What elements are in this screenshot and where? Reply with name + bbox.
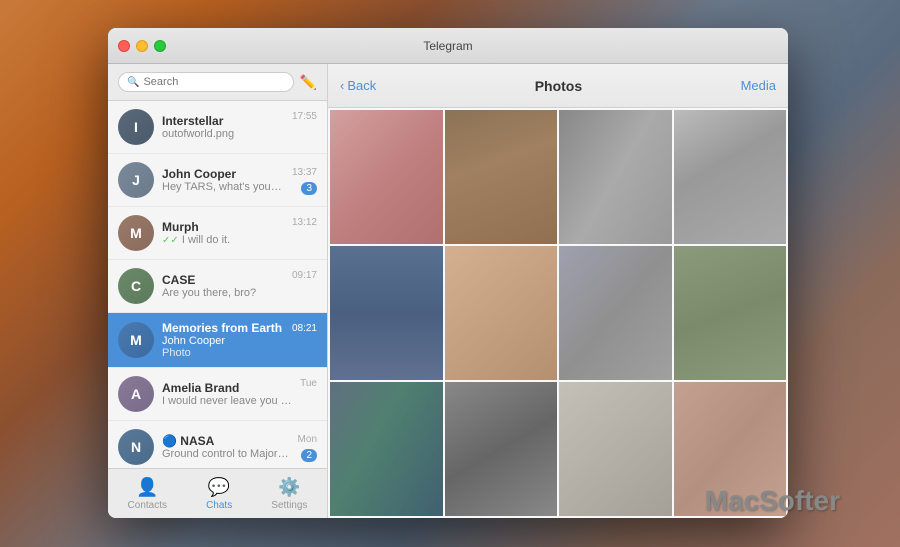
chats-icon: 💬 — [208, 477, 230, 498]
chat-preview: I would never leave you behind... TARS — [162, 395, 292, 407]
chat-preview: John Cooper — [162, 335, 284, 347]
chat-name: Memories from Earth — [162, 321, 284, 335]
avatar: N — [118, 429, 154, 465]
unread-badge: 2 — [301, 449, 317, 462]
main-content: 🔍 ✏️ I Interstellar outofworld.png 17:55 — [108, 64, 788, 518]
chat-info: CASE Are you there, bro? — [162, 273, 284, 299]
maximize-button[interactable] — [154, 40, 166, 52]
right-header: ‹ Back Photos Media — [328, 64, 788, 108]
chat-time: 09:17 — [292, 270, 317, 281]
photo-cell[interactable] — [674, 110, 787, 244]
window-title: Telegram — [423, 39, 472, 53]
chat-time: 13:37 — [292, 167, 317, 178]
settings-icon: ⚙️ — [278, 477, 300, 498]
chat-preview: outofworld.png — [162, 128, 284, 140]
avatar: M — [118, 215, 154, 251]
search-bar: 🔍 ✏️ — [108, 64, 327, 101]
compose-icon[interactable]: ✏️ — [300, 74, 317, 91]
tab-settings[interactable]: ⚙️ Settings — [259, 473, 319, 515]
chat-item-amelia[interactable]: A Amelia Brand I would never leave you b… — [108, 368, 327, 421]
chat-name: 🔵 NASA — [162, 434, 290, 448]
photo-cell[interactable] — [445, 110, 558, 244]
chat-item-john-cooper-1[interactable]: J John Cooper Hey TARS, what's your hone… — [108, 154, 327, 207]
search-icon: 🔍 — [127, 77, 139, 88]
chat-time: Mon — [298, 434, 317, 445]
photo-cell[interactable] — [674, 246, 787, 380]
search-container[interactable]: 🔍 — [118, 72, 294, 92]
chat-time: Tue — [300, 378, 317, 389]
panel-title: Photos — [376, 78, 740, 94]
photo-cell[interactable] — [330, 382, 443, 516]
avatar: J — [118, 162, 154, 198]
chat-name: John Cooper — [162, 167, 284, 181]
chat-name: Murph — [162, 220, 284, 234]
tab-chats[interactable]: 💬 Chats — [194, 473, 244, 515]
avatar: M — [118, 322, 154, 358]
photo-cell[interactable] — [559, 246, 672, 380]
media-button[interactable]: Media — [741, 78, 776, 93]
chat-time: 17:55 — [292, 111, 317, 122]
chat-preview: Are you there, bro? — [162, 287, 284, 299]
photo-cell[interactable] — [445, 382, 558, 516]
chat-preview: Ground control to Major Tom — [162, 448, 290, 460]
sidebar: 🔍 ✏️ I Interstellar outofworld.png 17:55 — [108, 64, 328, 518]
avatar: A — [118, 376, 154, 412]
chat-preview-photo: Photo — [162, 347, 284, 359]
telegram-window: Telegram 🔍 ✏️ I Interstellar out — [108, 28, 788, 518]
chat-time: 08:21 — [292, 323, 317, 334]
photo-cell[interactable] — [559, 382, 672, 516]
bottom-tabs: 👤 Contacts 💬 Chats ⚙️ Settings — [108, 468, 327, 518]
photo-cell[interactable] — [330, 246, 443, 380]
tab-label: Chats — [206, 500, 232, 511]
photo-cell[interactable] — [559, 110, 672, 244]
chat-info: Amelia Brand I would never leave you beh… — [162, 381, 292, 407]
chat-list: I Interstellar outofworld.png 17:55 J Jo… — [108, 101, 327, 468]
chat-info: Interstellar outofworld.png — [162, 114, 284, 140]
chat-item-nasa[interactable]: N 🔵 NASA Ground control to Major Tom Mon… — [108, 421, 327, 468]
unread-badge: 3 — [301, 182, 317, 195]
close-button[interactable] — [118, 40, 130, 52]
watermark-text: MacSofter — [705, 485, 840, 517]
watermark: MacSofter — [699, 485, 840, 517]
traffic-lights — [118, 40, 166, 52]
chat-item-murph[interactable]: M Murph ✓✓ I will do it. 13:12 — [108, 207, 327, 260]
chat-item-interstellar[interactable]: I Interstellar outofworld.png 17:55 — [108, 101, 327, 154]
minimize-button[interactable] — [136, 40, 148, 52]
photo-cell[interactable] — [445, 246, 558, 380]
photo-grid — [328, 108, 788, 518]
contacts-icon: 👤 — [136, 477, 158, 498]
right-panel: ‹ Back Photos Media — [328, 64, 788, 518]
chat-preview: Hey TARS, what's your honesty parameter? — [162, 181, 284, 193]
search-input[interactable] — [143, 76, 284, 88]
chat-time: 13:12 — [292, 217, 317, 228]
tab-contacts[interactable]: 👤 Contacts — [116, 473, 179, 515]
photo-cell[interactable] — [330, 110, 443, 244]
chat-item-memories[interactable]: M Memories from Earth John Cooper Photo … — [108, 313, 327, 368]
chat-name: Amelia Brand — [162, 381, 292, 395]
tab-label: Contacts — [128, 500, 167, 511]
avatar: I — [118, 109, 154, 145]
avatar: C — [118, 268, 154, 304]
check-icon: ✓✓ — [162, 235, 179, 246]
back-button[interactable]: ‹ Back — [340, 78, 376, 93]
tab-label: Settings — [271, 500, 307, 511]
chat-info: 🔵 NASA Ground control to Major Tom — [162, 434, 290, 460]
chat-preview: ✓✓ I will do it. — [162, 234, 284, 246]
chat-info: Murph ✓✓ I will do it. — [162, 220, 284, 246]
chat-info: Memories from Earth John Cooper Photo — [162, 321, 284, 359]
chevron-left-icon: ‹ — [340, 78, 344, 93]
title-bar: Telegram — [108, 28, 788, 64]
chat-name: Interstellar — [162, 114, 284, 128]
chat-info: John Cooper Hey TARS, what's your honest… — [162, 167, 284, 193]
back-label: Back — [347, 78, 376, 93]
chat-item-case[interactable]: C CASE Are you there, bro? 09:17 — [108, 260, 327, 313]
chat-name: CASE — [162, 273, 284, 287]
